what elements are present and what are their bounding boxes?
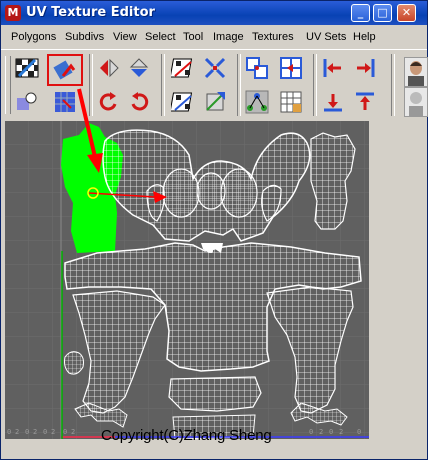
checker-map-icon[interactable] [15, 56, 39, 80]
align-top-icon[interactable] [353, 90, 377, 114]
menu-select[interactable]: Select [145, 31, 176, 43]
toolbar-separator [391, 54, 395, 116]
rotate-cw-icon[interactable] [127, 90, 151, 114]
svg-text:2: 2 [33, 428, 37, 436]
svg-text:2: 2 [319, 428, 323, 436]
svg-text:2: 2 [339, 428, 343, 436]
toolbar-separator [161, 54, 165, 116]
avatar [404, 87, 428, 117]
flip-v-icon[interactable] [127, 56, 151, 80]
svg-text:2: 2 [51, 428, 55, 436]
window-title: UV Texture Editor [26, 5, 155, 20]
checker-grid-icon[interactable] [279, 90, 303, 114]
uv-grid-snap-icon[interactable] [279, 56, 303, 80]
menu-polygons[interactable]: Polygons [11, 31, 56, 43]
uv-canvas[interactable]: 0 2 0 2 0 2 0 2 0 2 0 2 0 [5, 121, 369, 439]
menu-image[interactable]: Image [213, 31, 244, 43]
uv-shell-eye-left [162, 168, 200, 218]
uv-shell-nose [196, 172, 226, 210]
svg-text:2: 2 [71, 428, 75, 436]
unfold-uvs-icon[interactable] [203, 56, 227, 80]
uv-shell-pelvis [168, 376, 262, 412]
uv-move-tool-icon[interactable] [53, 58, 77, 82]
viewport-divider [369, 121, 371, 439]
toolbar [1, 49, 427, 120]
svg-text:0: 0 [309, 428, 313, 436]
toolbar-grip[interactable] [5, 56, 11, 114]
avatar [404, 57, 428, 87]
align-right-icon[interactable] [353, 56, 377, 80]
uv-texture-editor-window: M UV Texture Editor _ □ ✕ Polygons Subdi… [0, 0, 428, 460]
red-arrow-annotation [77, 88, 103, 173]
toolbar-separator [237, 54, 241, 116]
uv-shell-small-part [64, 351, 84, 375]
minimize-button[interactable]: _ [351, 4, 370, 22]
menu-tool[interactable]: Tool [183, 31, 203, 43]
menu-view[interactable]: View [113, 31, 137, 43]
flip-u-icon[interactable] [97, 56, 121, 80]
title-bar[interactable]: M UV Texture Editor _ □ ✕ [1, 1, 427, 25]
align-left-icon[interactable] [321, 56, 345, 80]
copyright-watermark: Copyright(C)Zhang Sheng [101, 427, 272, 444]
svg-text:0: 0 [25, 428, 29, 436]
uv-viewport[interactable]: 0 2 0 2 0 2 0 2 0 2 0 2 0 [5, 121, 369, 439]
svg-text:0: 0 [7, 428, 11, 436]
menu-textures[interactable]: Textures [252, 31, 294, 43]
toolbar-separator [313, 54, 317, 116]
menu-subdivs[interactable]: Subdivs [65, 31, 104, 43]
cut-uv-edges-icon[interactable] [171, 56, 195, 80]
svg-text:0: 0 [357, 428, 361, 436]
svg-text:0: 0 [43, 428, 47, 436]
svg-text:0: 0 [329, 428, 333, 436]
menu-help[interactable]: Help [353, 31, 376, 43]
uv-smudge-icon[interactable] [15, 90, 39, 114]
move-and-sew-icon[interactable] [203, 90, 227, 114]
maximize-button[interactable]: □ [373, 4, 392, 22]
uv-shell-network-icon[interactable] [245, 90, 269, 114]
maya-icon: M [5, 5, 21, 21]
layout-uvs-icon[interactable] [245, 56, 269, 80]
menu-uv-sets[interactable]: UV Sets [306, 31, 346, 43]
uv-shell-eye-right [220, 168, 258, 218]
sew-uv-edges-icon[interactable] [171, 90, 195, 114]
svg-text:2: 2 [15, 428, 19, 436]
svg-text:0: 0 [63, 428, 67, 436]
menu-bar: Polygons Subdivs View Select Tool Image … [1, 27, 427, 47]
close-button[interactable]: ✕ [397, 4, 416, 22]
align-bottom-icon[interactable] [321, 90, 345, 114]
